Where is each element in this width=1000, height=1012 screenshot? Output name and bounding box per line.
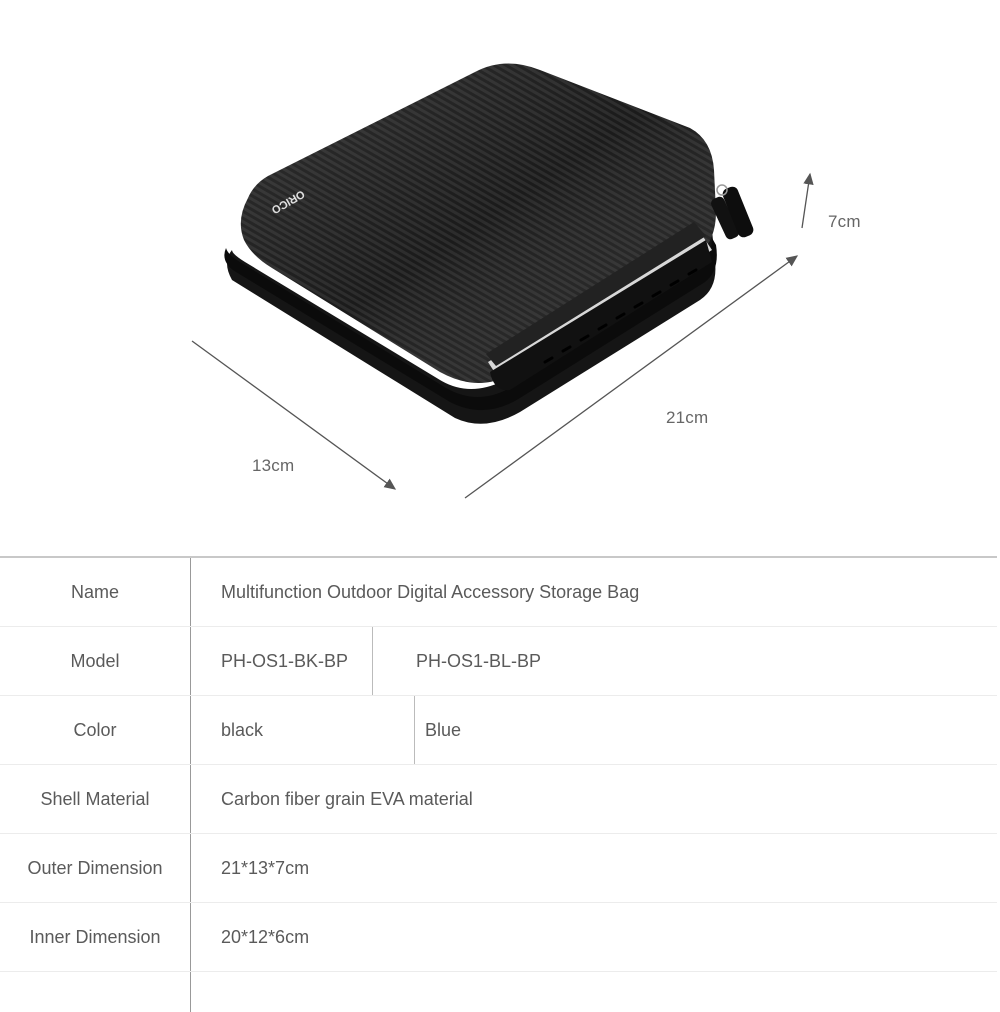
height-dimension-arrow [801, 172, 814, 229]
width-dimension-label: 13cm [252, 456, 295, 475]
spec-value: Carbon fiber grain EVA material [221, 789, 473, 809]
spec-label: Inner Dimension [29, 927, 161, 947]
spec-value: Multifunction Outdoor Digital Accessory … [221, 582, 640, 602]
spec-value: black [191, 696, 415, 764]
spec-row-outer-dimension: Outer Dimension 21*13*7cm [0, 834, 997, 903]
spec-row-color: Color black Blue [0, 696, 997, 765]
spec-label: Model [70, 651, 120, 671]
spec-row-truncated [0, 972, 997, 1012]
spec-row-model: Model PH-OS1-BK-BP PH-OS1-BL-BP [0, 627, 997, 696]
spec-label: Color [73, 720, 117, 740]
spec-label: Shell Material [40, 789, 150, 809]
height-dimension-label: 7cm [828, 212, 861, 231]
spec-value: PH-OS1-BK-BP [191, 627, 373, 695]
zipper-pull-tags [711, 184, 754, 240]
spec-value: Blue [425, 720, 462, 740]
length-dimension-label: 21cm [666, 408, 709, 427]
spec-row-inner-dimension: Inner Dimension 20*12*6cm [0, 903, 997, 972]
spec-value: 21*13*7cm [221, 858, 310, 878]
spec-label: Outer Dimension [27, 858, 163, 878]
product-image-area: ORICO 13cm 21cm 7cm [0, 0, 1000, 540]
storage-bag-illustration: ORICO [191, 63, 814, 499]
spec-label: Name [70, 582, 119, 602]
spec-row-name: Name Multifunction Outdoor Digital Acces… [0, 558, 997, 627]
spec-value: PH-OS1-BL-BP [416, 651, 542, 671]
spec-value: 20*12*6cm [221, 927, 310, 947]
spec-table: Name Multifunction Outdoor Digital Acces… [0, 556, 997, 1012]
spec-row-shell-material: Shell Material Carbon fiber grain EVA ma… [0, 765, 997, 834]
